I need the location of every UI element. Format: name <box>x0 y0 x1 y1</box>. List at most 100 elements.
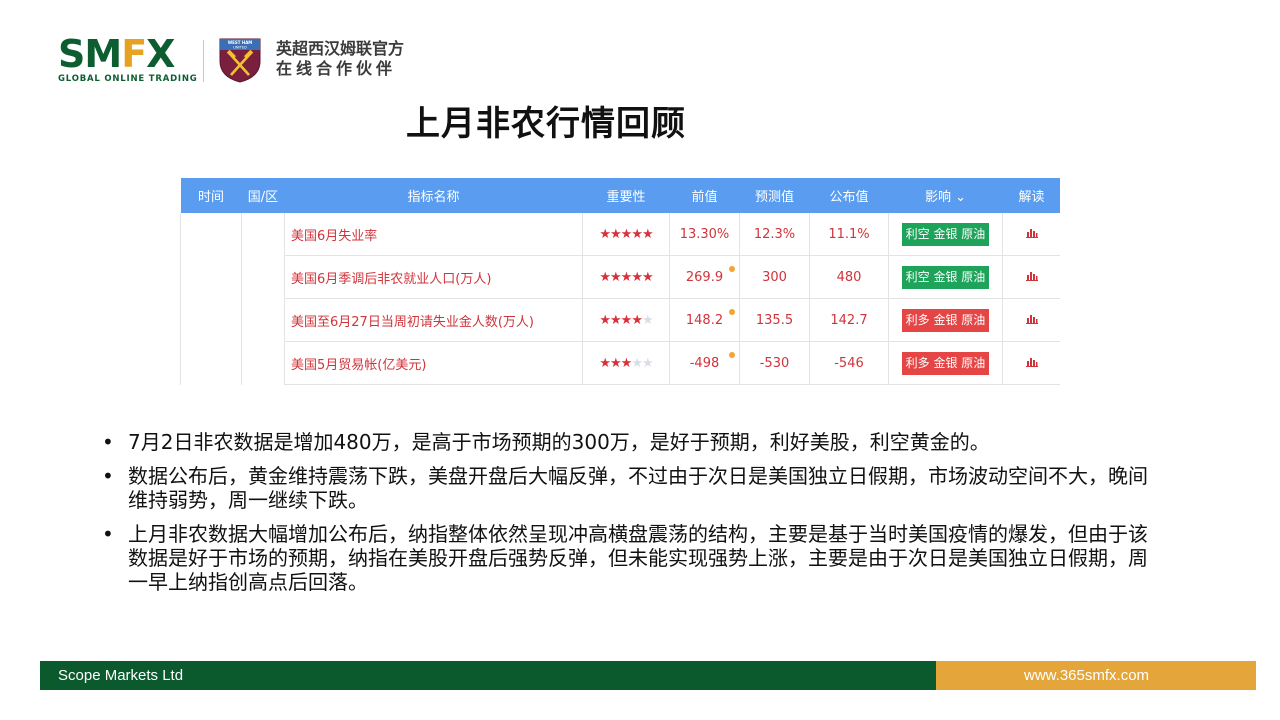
cell-indicator-name[interactable]: 美国6月季调后非农就业人口(万人) <box>284 255 583 299</box>
cell-forecast: 300 <box>739 255 810 299</box>
bullet-icon: • <box>102 430 114 454</box>
economic-calendar-table: 时间 国/区 指标名称 重要性 前值 预测值 公布值 影响 ⌄ 解读 美国6月失业率 ★★★★★ 1… <box>180 178 1060 388</box>
cell-impact: 利多 金银 原油 <box>888 298 1003 342</box>
footer-company: Scope Markets Ltd <box>58 667 184 684</box>
bar-chart-icon[interactable] <box>1025 357 1038 367</box>
smfx-logo: SMFX GLOBAL ONLINE TRADING <box>58 32 198 84</box>
cell-importance-stars: ★★★★★ <box>582 213 670 256</box>
cell-region <box>241 255 285 299</box>
footer-website: www.365smfx.com <box>1024 667 1150 684</box>
cell-actual: 142.7 <box>809 298 889 342</box>
star-icon: ★ <box>641 312 654 328</box>
cell-analysis <box>1002 255 1060 299</box>
star-icon: ★ <box>599 226 611 242</box>
cell-impact: 利空 金银 原油 <box>888 255 1003 299</box>
svg-text:WEST HAM: WEST HAM <box>228 40 253 45</box>
bullet-item: • 7月2日非农数据是增加480万，是高于市场预期的300万，是好于预期，利好美股… <box>100 430 1160 454</box>
impact-badge: 利空 金银 原油 <box>901 222 990 246</box>
cell-region <box>241 341 285 385</box>
previous-value: -498 <box>689 355 720 371</box>
cell-region <box>241 213 285 256</box>
bar-chart-icon[interactable] <box>1025 271 1038 281</box>
star-icon: ★ <box>599 312 611 328</box>
header-impact[interactable]: 影响 ⌄ <box>888 178 1003 213</box>
header-region: 国/区 <box>241 178 285 213</box>
header-actual: 公布值 <box>809 178 889 213</box>
bullet-list: • 7月2日非农数据是增加480万，是高于市场预期的300万，是好于预期，利好美股… <box>100 430 1160 604</box>
bullet-item: • 上月非农数据大幅增加公布后，纳指整体依然呈现冲高横盘震荡的结构，主要是基于当时… <box>100 522 1160 594</box>
star-icon: ★ <box>620 269 633 285</box>
revision-dot-icon <box>729 266 735 272</box>
cell-time <box>180 213 242 256</box>
bullet-text: 7月2日非农数据是增加480万，是高于市场预期的300万，是好于预期，利好美股，… <box>128 430 990 454</box>
star-icon: ★ <box>631 312 643 328</box>
svg-text:UNITED: UNITED <box>233 46 247 50</box>
cell-previous: 13.30% <box>669 213 740 256</box>
star-icon: ★ <box>641 355 654 371</box>
cell-indicator-name[interactable]: 美国5月贸易帐(亿美元) <box>284 341 583 385</box>
header-importance: 重要性 <box>582 178 670 213</box>
table-row: 美国5月贸易帐(亿美元) ★★★★★ -498 -530 -546 利多 金银 原油 <box>180 341 1060 385</box>
cell-time <box>180 341 242 385</box>
star-icon: ★ <box>610 355 622 371</box>
star-icon: ★ <box>599 269 611 285</box>
star-icon: ★ <box>641 269 654 285</box>
cell-previous: 269.9 <box>669 255 740 299</box>
revision-dot-icon <box>729 352 735 358</box>
cell-impact: 利多 金银 原油 <box>888 341 1003 385</box>
table-row: 美国至6月27日当周初请失业金人数(万人) ★★★★★ 148.2 135.5 142.… <box>180 298 1060 342</box>
slide-title: 上月非农行情回顾 <box>406 104 686 144</box>
star-icon: ★ <box>631 355 643 371</box>
cell-previous: 148.2 <box>669 298 740 342</box>
cell-actual: 11.1% <box>809 213 889 256</box>
previous-value: 148.2 <box>685 312 724 328</box>
cell-impact: 利空 金银 原油 <box>888 213 1003 256</box>
cell-forecast: 12.3% <box>739 213 810 256</box>
table-row: 美国6月失业率 ★★★★★ 13.30% 12.3% 11.1% 利空 金银 原油 <box>180 213 1060 256</box>
partner-line2: 在线合作伙伴 <box>276 59 397 78</box>
bullet-item: • 数据公布后，黄金维持震荡下跌，美盘开盘后大幅反弹，不过由于次日是美国独立日假期… <box>100 464 1160 512</box>
header-analysis: 解读 <box>1002 178 1060 213</box>
bullet-icon: • <box>102 464 114 488</box>
bar-chart-icon[interactable] <box>1025 314 1038 324</box>
star-icon: ★ <box>631 226 643 242</box>
footer-company-bar: Scope Markets Ltd <box>40 661 936 690</box>
cell-actual: 480 <box>809 255 889 299</box>
logo-divider <box>203 40 204 82</box>
impact-badge: 利空 金银 原油 <box>901 265 990 289</box>
west-ham-crest-icon: WEST HAM UNITED <box>219 38 261 83</box>
cell-time <box>180 255 242 299</box>
cell-previous: -498 <box>669 341 740 385</box>
cell-importance-stars: ★★★★★ <box>582 255 670 299</box>
bullet-text: 上月非农数据大幅增加公布后，纳指整体依然呈现冲高横盘震荡的结构，主要是基于当时美… <box>128 522 1148 594</box>
cell-indicator-name[interactable]: 美国6月失业率 <box>284 213 583 256</box>
star-icon: ★ <box>599 355 611 371</box>
impact-badge: 利多 金银 原油 <box>901 351 990 375</box>
revision-dot-icon <box>729 309 735 315</box>
brand-main: SMFX <box>58 32 175 76</box>
star-icon: ★ <box>641 226 654 242</box>
partner-text: 英超西汉姆联官方 在线合作伙伴 <box>276 39 404 79</box>
bullet-text: 数据公布后，黄金维持震荡下跌，美盘开盘后大幅反弹，不过由于次日是美国独立日假期，… <box>128 464 1148 512</box>
cell-actual: -546 <box>809 341 889 385</box>
cell-indicator-name[interactable]: 美国至6月27日当周初请失业金人数(万人) <box>284 298 583 342</box>
cell-forecast: -530 <box>739 341 810 385</box>
header-time: 时间 <box>180 178 242 213</box>
cell-importance-stars: ★★★★★ <box>582 298 670 342</box>
cell-analysis <box>1002 298 1060 342</box>
bar-chart-icon[interactable] <box>1025 228 1038 238</box>
bullet-icon: • <box>102 522 114 546</box>
header-forecast: 预测值 <box>739 178 810 213</box>
cell-time <box>180 298 242 342</box>
partner-line1: 英超西汉姆联官方 <box>276 39 405 58</box>
brand-sub: GLOBAL ONLINE TRADING <box>58 74 198 84</box>
star-icon: ★ <box>620 355 633 371</box>
star-icon: ★ <box>610 312 622 328</box>
impact-badge: 利多 金银 原油 <box>901 308 990 332</box>
header-previous: 前值 <box>669 178 740 213</box>
table-header-row: 时间 国/区 指标名称 重要性 前值 预测值 公布值 影响 ⌄ 解读 <box>180 178 1060 213</box>
cell-analysis <box>1002 341 1060 385</box>
cell-analysis <box>1002 213 1060 256</box>
cell-forecast: 135.5 <box>739 298 810 342</box>
header-indicator: 指标名称 <box>284 178 583 213</box>
